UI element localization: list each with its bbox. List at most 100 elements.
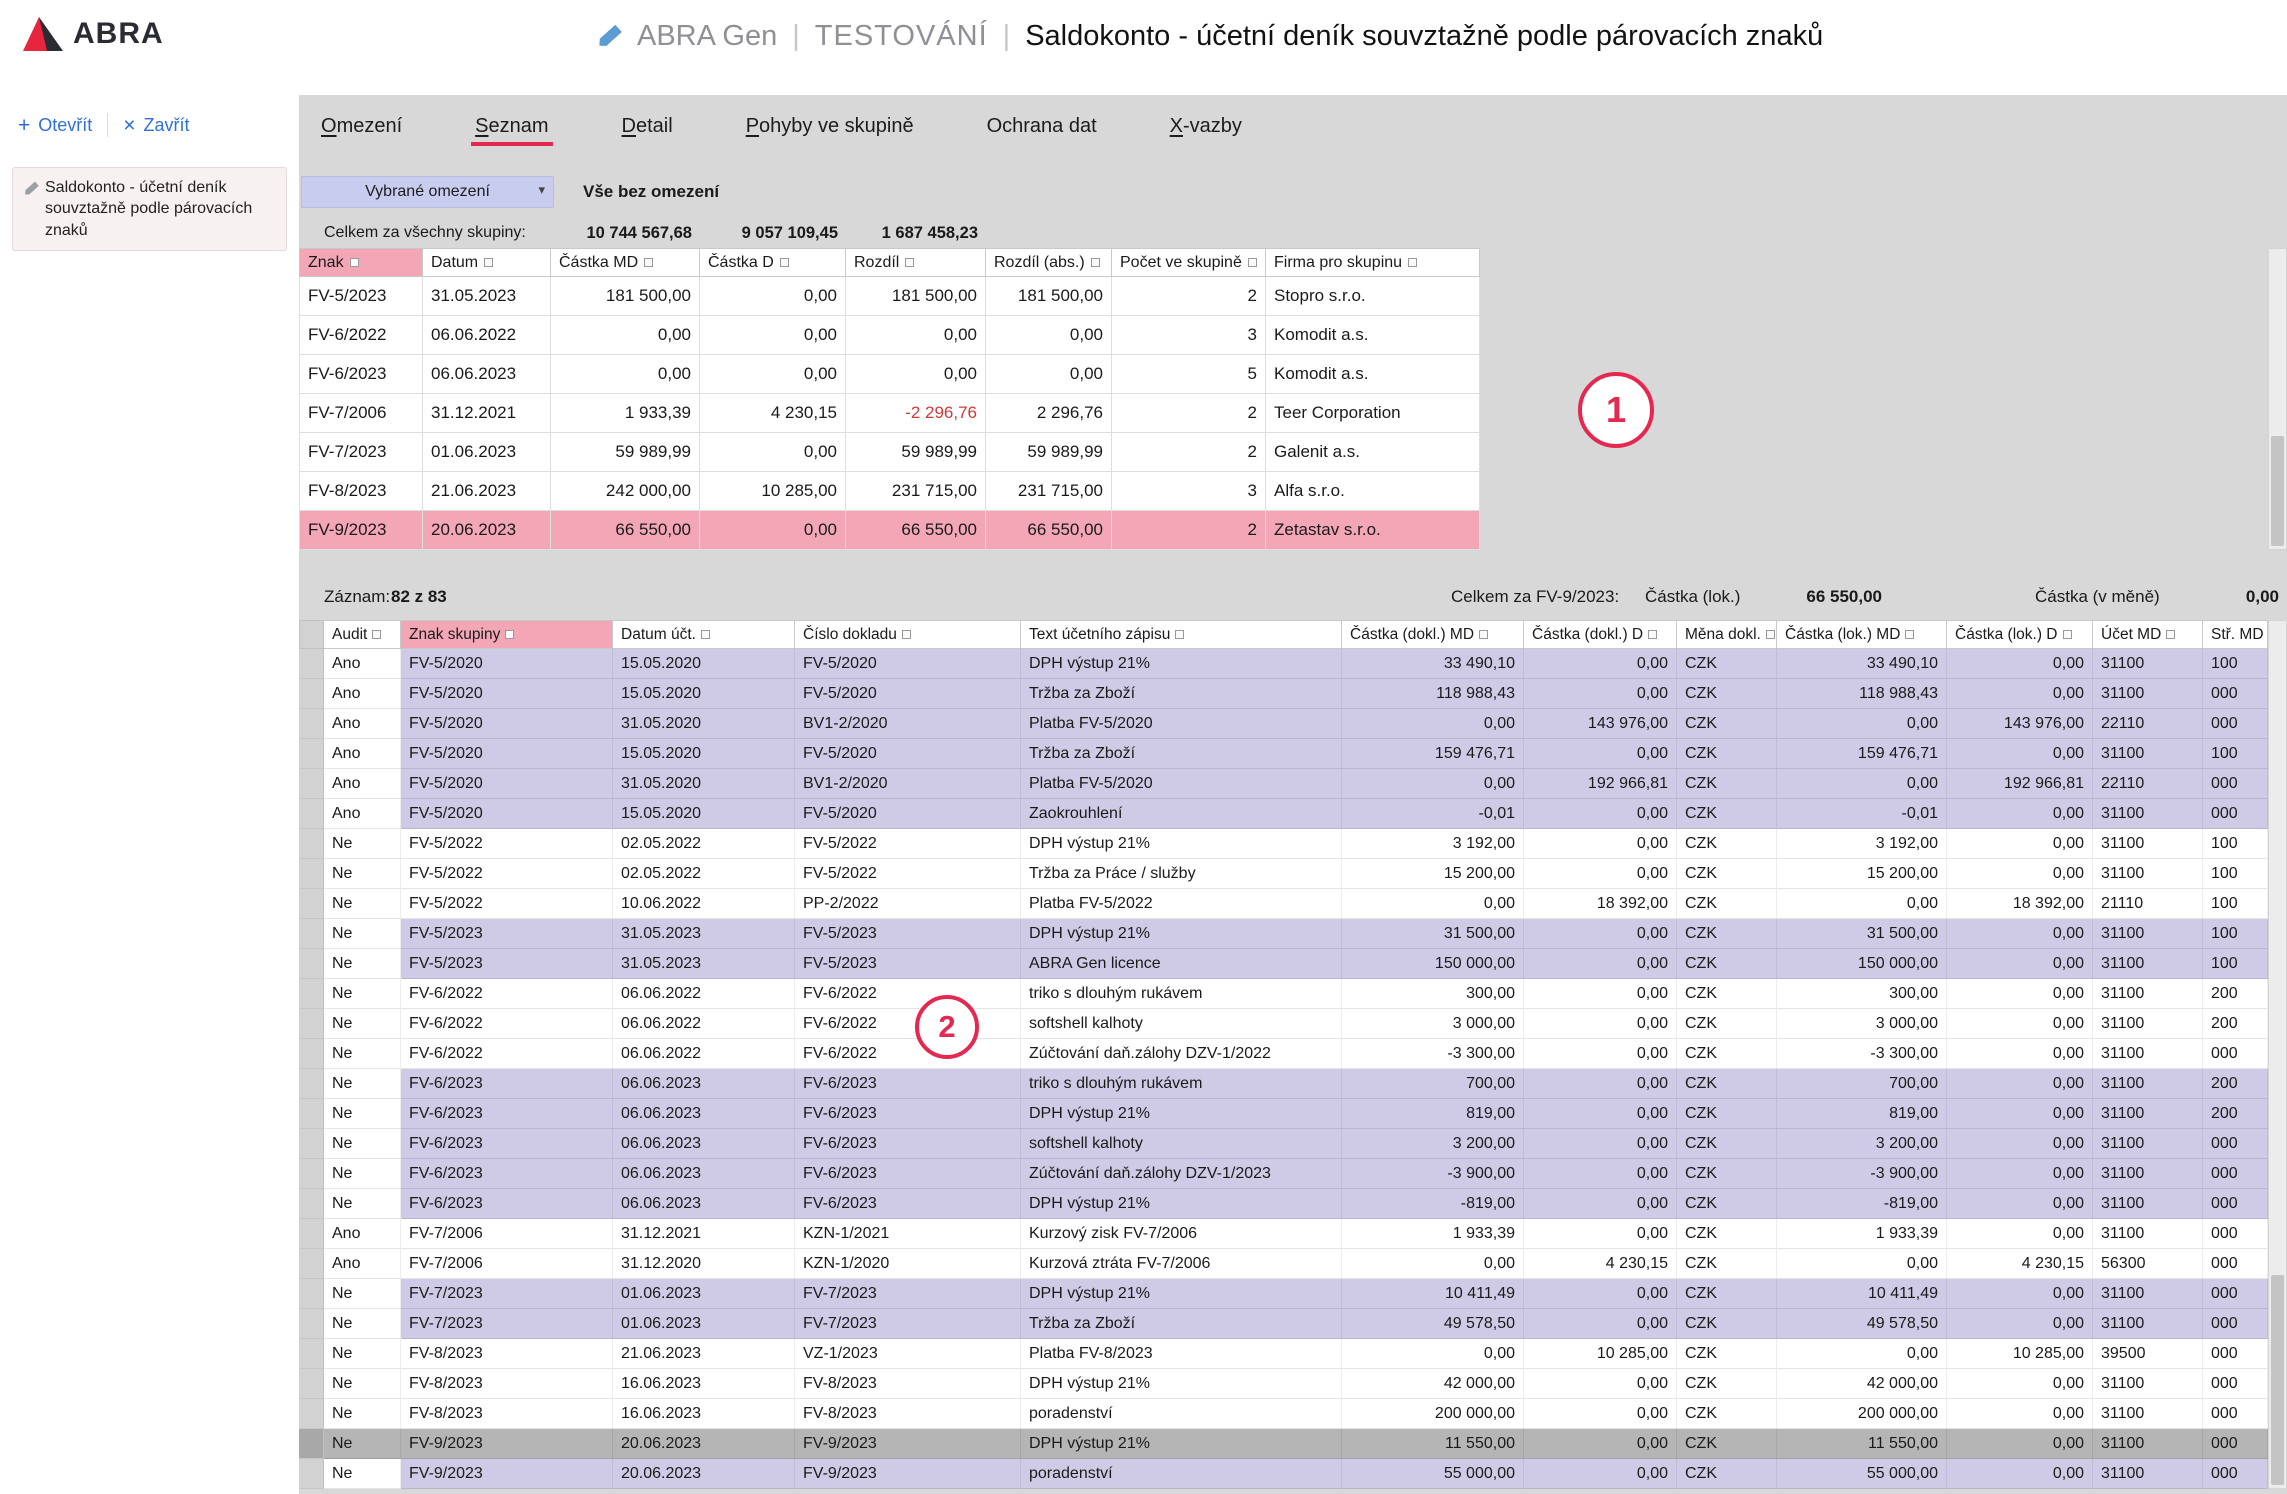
- cell-audit[interactable]: Ne: [324, 1129, 401, 1159]
- cell-str_md[interactable]: 000: [2203, 799, 2268, 829]
- cell-znak[interactable]: FV-6/2022: [401, 1009, 613, 1039]
- cell-ucet_md[interactable]: 31100: [2093, 919, 2203, 949]
- column-header-znak[interactable]: Znak: [299, 248, 423, 277]
- cell-datum[interactable]: 06.06.2023: [613, 1159, 795, 1189]
- cell-datum[interactable]: 01.06.2023: [613, 1279, 795, 1309]
- column-header-dokl_d[interactable]: Částka (dokl.) D: [1524, 620, 1677, 649]
- cell-pocet[interactable]: 2: [1112, 277, 1266, 316]
- cell-text[interactable]: ABRA Gen licence: [1021, 949, 1342, 979]
- cell-dokl_d[interactable]: 0,00: [1524, 799, 1677, 829]
- cell-rozdil_abs[interactable]: 2 296,76: [986, 394, 1112, 433]
- cell-znak[interactable]: FV-5/2023: [299, 277, 423, 316]
- cell-dokl_d[interactable]: 0,00: [1524, 1369, 1677, 1399]
- detail-row[interactable]: NeFV-6/202306.06.2023FV-6/2023softshell …: [299, 1129, 2268, 1159]
- cell-text[interactable]: Kurzová ztráta FV-7/2006: [1021, 1249, 1342, 1279]
- cell-mena[interactable]: CZK: [1677, 1339, 1777, 1369]
- cell-lok_d[interactable]: 0,00: [1947, 1279, 2093, 1309]
- cell-ucet_md[interactable]: 31100: [2093, 649, 2203, 679]
- cell-cislo[interactable]: FV-5/2022: [795, 829, 1021, 859]
- column-header-ucet_md[interactable]: Účet MD: [2093, 620, 2203, 649]
- row-gutter[interactable]: [299, 859, 324, 889]
- cell-datum[interactable]: 02.05.2022: [613, 859, 795, 889]
- cell-dokl_md[interactable]: 300,00: [1342, 979, 1524, 1009]
- cell-cislo[interactable]: FV-6/2023: [795, 1069, 1021, 1099]
- cell-str_md[interactable]: 200: [2203, 979, 2268, 1009]
- cell-lok_d[interactable]: 0,00: [1947, 1009, 2093, 1039]
- cell-text[interactable]: Zúčtování daň.zálohy DZV-1/2022: [1021, 1039, 1342, 1069]
- cell-dokl_d[interactable]: 0,00: [1524, 1189, 1677, 1219]
- cell-ucet_md[interactable]: 22110: [2093, 709, 2203, 739]
- cell-lok_d[interactable]: 0,00: [1947, 859, 2093, 889]
- cell-rozdil_abs[interactable]: 231 715,00: [986, 472, 1112, 511]
- cell-lok_d[interactable]: 0,00: [1947, 1399, 2093, 1429]
- cell-znak[interactable]: FV-9/2023: [401, 1429, 613, 1459]
- cell-audit[interactable]: Ne: [324, 1189, 401, 1219]
- cell-pocet[interactable]: 2: [1112, 511, 1266, 550]
- cell-znak[interactable]: FV-7/2023: [299, 433, 423, 472]
- cell-dokl_d[interactable]: 0,00: [1524, 679, 1677, 709]
- cell-cislo[interactable]: FV-6/2022: [795, 979, 1021, 1009]
- cell-str_md[interactable]: 000: [2203, 1339, 2268, 1369]
- cell-audit[interactable]: Ne: [324, 829, 401, 859]
- column-header-cislo[interactable]: Číslo dokladu: [795, 620, 1021, 649]
- cell-znak[interactable]: FV-8/2023: [299, 472, 423, 511]
- cell-datum[interactable]: 06.06.2022: [613, 979, 795, 1009]
- cell-dokl_d[interactable]: 0,00: [1524, 919, 1677, 949]
- cell-znak[interactable]: FV-7/2023: [401, 1279, 613, 1309]
- detail-row[interactable]: NeFV-6/202306.06.2023FV-6/2023Zúčtování …: [299, 1159, 2268, 1189]
- cell-text[interactable]: poradenství: [1021, 1459, 1342, 1489]
- cell-datum[interactable]: 20.06.2023: [613, 1429, 795, 1459]
- detail-row[interactable]: NeFV-5/202331.05.2023FV-5/2023DPH výstup…: [299, 919, 2268, 949]
- cell-cislo[interactable]: FV-6/2022: [795, 1039, 1021, 1069]
- cell-znak[interactable]: FV-7/2006: [299, 394, 423, 433]
- cell-lok_md[interactable]: 10 411,49: [1777, 1279, 1947, 1309]
- cell-znak[interactable]: FV-6/2023: [401, 1069, 613, 1099]
- cell-castka_md[interactable]: 0,00: [551, 316, 700, 355]
- column-header-znak[interactable]: Znak skupiny: [401, 620, 613, 649]
- tab-omezeni[interactable]: Omezení: [321, 115, 402, 151]
- cell-ucet_md[interactable]: 31100: [2093, 829, 2203, 859]
- cell-dokl_md[interactable]: 700,00: [1342, 1069, 1524, 1099]
- cell-castka_d[interactable]: 10 285,00: [700, 472, 846, 511]
- cell-text[interactable]: Platba FV-5/2020: [1021, 709, 1342, 739]
- detail-row[interactable]: AnoFV-5/202015.05.2020FV-5/2020Tržba za …: [299, 739, 2268, 769]
- cell-text[interactable]: DPH výstup 21%: [1021, 829, 1342, 859]
- cell-lok_md[interactable]: 3 200,00: [1777, 1129, 1947, 1159]
- cell-cislo[interactable]: PP-2/2022: [795, 889, 1021, 919]
- detail-row[interactable]: AnoFV-5/202031.05.2020BV1-2/2020Platba F…: [299, 709, 2268, 739]
- detail-row[interactable]: NeFV-6/202306.06.2023FV-6/2023DPH výstup…: [299, 1189, 2268, 1219]
- group-row[interactable]: FV-6/202206.06.20220,000,000,000,003Komo…: [299, 316, 1480, 355]
- cell-lok_md[interactable]: 49 578,50: [1777, 1309, 1947, 1339]
- cell-cislo[interactable]: FV-5/2020: [795, 649, 1021, 679]
- cell-ucet_md[interactable]: 31100: [2093, 1189, 2203, 1219]
- cell-ucet_md[interactable]: 31100: [2093, 1099, 2203, 1129]
- cell-znak[interactable]: FV-5/2022: [401, 829, 613, 859]
- cell-str_md[interactable]: 100: [2203, 859, 2268, 889]
- cell-znak[interactable]: FV-6/2023: [401, 1129, 613, 1159]
- cell-dokl_md[interactable]: 0,00: [1342, 709, 1524, 739]
- cell-lok_md[interactable]: 55 000,00: [1777, 1459, 1947, 1489]
- detail-row[interactable]: NeFV-5/202202.05.2022FV-5/2022DPH výstup…: [299, 829, 2268, 859]
- cell-ucet_md[interactable]: 31100: [2093, 1369, 2203, 1399]
- cell-dokl_md[interactable]: -0,01: [1342, 799, 1524, 829]
- cell-lok_md[interactable]: -3 300,00: [1777, 1039, 1947, 1069]
- cell-firma[interactable]: Teer Corporation: [1266, 394, 1480, 433]
- detail-row[interactable]: NeFV-7/202301.06.2023FV-7/2023Tržba za Z…: [299, 1309, 2268, 1339]
- cell-datum[interactable]: 31.05.2023: [613, 949, 795, 979]
- cell-mena[interactable]: CZK: [1677, 649, 1777, 679]
- cell-lok_d[interactable]: 10 285,00: [1947, 1339, 2093, 1369]
- cell-ucet_md[interactable]: 21110: [2093, 889, 2203, 919]
- cell-ucet_md[interactable]: 31100: [2093, 1309, 2203, 1339]
- cell-dokl_d[interactable]: 0,00: [1524, 649, 1677, 679]
- cell-text[interactable]: DPH výstup 21%: [1021, 1189, 1342, 1219]
- cell-datum[interactable]: 31.12.2021: [613, 1219, 795, 1249]
- cell-dokl_d[interactable]: 18 392,00: [1524, 889, 1677, 919]
- detail-row[interactable]: NeFV-9/202320.06.2023FV-9/2023poradenstv…: [299, 1459, 2268, 1489]
- cell-znak[interactable]: FV-9/2023: [299, 511, 423, 550]
- cell-ucet_md[interactable]: 31100: [2093, 1399, 2203, 1429]
- column-header-datum[interactable]: Datum účt.: [613, 620, 795, 649]
- cell-dokl_md[interactable]: -3 900,00: [1342, 1159, 1524, 1189]
- cell-audit[interactable]: Ne: [324, 979, 401, 1009]
- tab-x-vazby[interactable]: X-vazby: [1170, 115, 1242, 151]
- cell-znak[interactable]: FV-8/2023: [401, 1339, 613, 1369]
